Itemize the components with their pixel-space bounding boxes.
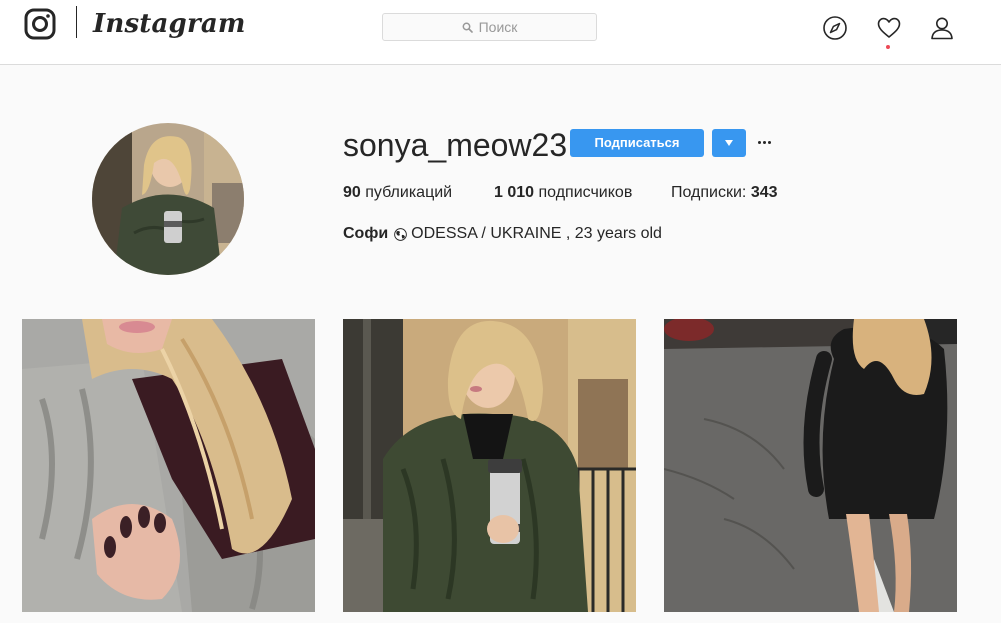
instagram-wordmark[interactable]: Instagram bbox=[93, 4, 246, 44]
stat-followers[interactable]: 1 010 подписчиков bbox=[494, 183, 632, 203]
posts-count: 90 bbox=[343, 184, 361, 201]
post-thumbnail[interactable] bbox=[343, 319, 636, 612]
following-count: 343 bbox=[750, 184, 778, 201]
more-dot-icon bbox=[758, 141, 761, 144]
followers-label: подписчиков bbox=[538, 184, 633, 201]
logo-divider bbox=[76, 6, 77, 38]
following-label: Подписки: bbox=[671, 184, 747, 201]
more-dot-icon bbox=[763, 141, 766, 144]
profile-icon[interactable] bbox=[929, 15, 955, 41]
profile-full-name: Софи bbox=[343, 225, 389, 242]
notification-dot bbox=[886, 45, 890, 49]
follow-button[interactable]: Подписаться bbox=[570, 129, 704, 157]
more-dot-icon bbox=[768, 141, 771, 144]
compass-icon[interactable] bbox=[822, 15, 848, 41]
followers-count: 1 010 bbox=[494, 184, 535, 201]
top-nav: Instagram Поиск bbox=[0, 0, 1001, 65]
post-thumbnail[interactable] bbox=[664, 319, 957, 612]
post-thumbnail[interactable] bbox=[22, 319, 315, 612]
profile-username: sonya_meow23 bbox=[343, 127, 568, 163]
stat-following[interactable]: Подписки: 343 bbox=[671, 183, 778, 203]
search-placeholder: Поиск bbox=[478, 19, 518, 35]
profile-avatar[interactable] bbox=[92, 123, 244, 275]
search-icon bbox=[462, 22, 473, 33]
posts-label: публикаций bbox=[365, 184, 453, 201]
instagram-glyph-icon[interactable] bbox=[24, 8, 56, 40]
stat-posts: 90 публикаций bbox=[343, 183, 452, 203]
heart-icon[interactable] bbox=[876, 15, 902, 41]
profile-bio-text: ODESSA / UKRAINE , 23 years old bbox=[411, 225, 662, 242]
profile-bio: Софи ODESSA / UKRAINE , 23 years old bbox=[343, 224, 662, 244]
search-input[interactable]: Поиск bbox=[382, 13, 597, 41]
more-options-button[interactable] bbox=[757, 133, 773, 153]
suggestions-dropdown-button[interactable] bbox=[712, 129, 746, 157]
chevron-down-icon bbox=[725, 140, 733, 146]
globe-icon bbox=[394, 227, 407, 241]
